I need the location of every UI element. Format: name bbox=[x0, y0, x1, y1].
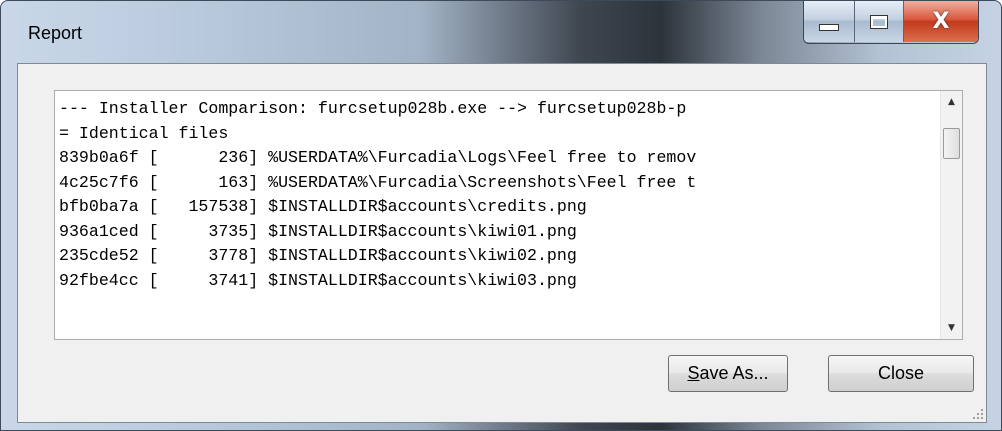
close-button[interactable]: Close bbox=[828, 355, 974, 392]
report-textbox[interactable]: --- Installer Comparison: furcsetup028b.… bbox=[54, 90, 963, 340]
maximize-icon bbox=[870, 14, 888, 29]
save-as-accelerator: S bbox=[687, 363, 700, 383]
dialog-client-area: --- Installer Comparison: furcsetup028b.… bbox=[17, 63, 987, 423]
scroll-up-arrow-icon[interactable]: ▲ bbox=[941, 91, 962, 113]
report-lines: --- Installer Comparison: furcsetup028b.… bbox=[59, 97, 938, 339]
resize-grip-icon[interactable] bbox=[970, 406, 984, 420]
report-line: 936a1ced [ 3735] $INSTALLDIR$accounts\ki… bbox=[59, 221, 577, 241]
report-line: 92fbe4cc [ 3741] $INSTALLDIR$accounts\ki… bbox=[59, 270, 577, 290]
title-bar[interactable]: Report X bbox=[1, 1, 1001, 63]
report-line: 4c25c7f6 [ 163] %USERDATA%\Furcadia\Scre… bbox=[59, 172, 697, 192]
report-line: 839b0a6f [ 236] %USERDATA%\Furcadia\Logs… bbox=[59, 148, 697, 167]
minimize-icon bbox=[819, 24, 839, 31]
close-icon: X bbox=[932, 9, 950, 34]
report-line: bfb0ba7a [ 157538] $INSTALLDIR$accounts\… bbox=[59, 197, 587, 216]
minimize-button[interactable] bbox=[804, 1, 855, 42]
report-window: Report X --- Installer Comparison: furcs… bbox=[0, 0, 1002, 431]
report-line: --- Installer Comparison: furcsetup028b.… bbox=[59, 99, 687, 118]
caption-buttons: X bbox=[803, 1, 979, 44]
window-title: Report bbox=[28, 23, 83, 43]
scroll-thumb[interactable] bbox=[943, 128, 960, 159]
report-line: 235cde52 [ 3778] $INSTALLDIR$accounts\ki… bbox=[59, 246, 577, 265]
scroll-down-arrow-icon[interactable]: ▼ bbox=[941, 317, 962, 339]
close-window-button[interactable]: X bbox=[904, 1, 978, 42]
maximize-button[interactable] bbox=[855, 1, 904, 42]
save-as-button[interactable]: Save As... bbox=[668, 355, 788, 392]
report-line: = Identical files bbox=[59, 123, 229, 143]
save-as-label: ave As... bbox=[699, 363, 769, 383]
vertical-scrollbar[interactable]: ▲ ▼ bbox=[940, 91, 962, 339]
